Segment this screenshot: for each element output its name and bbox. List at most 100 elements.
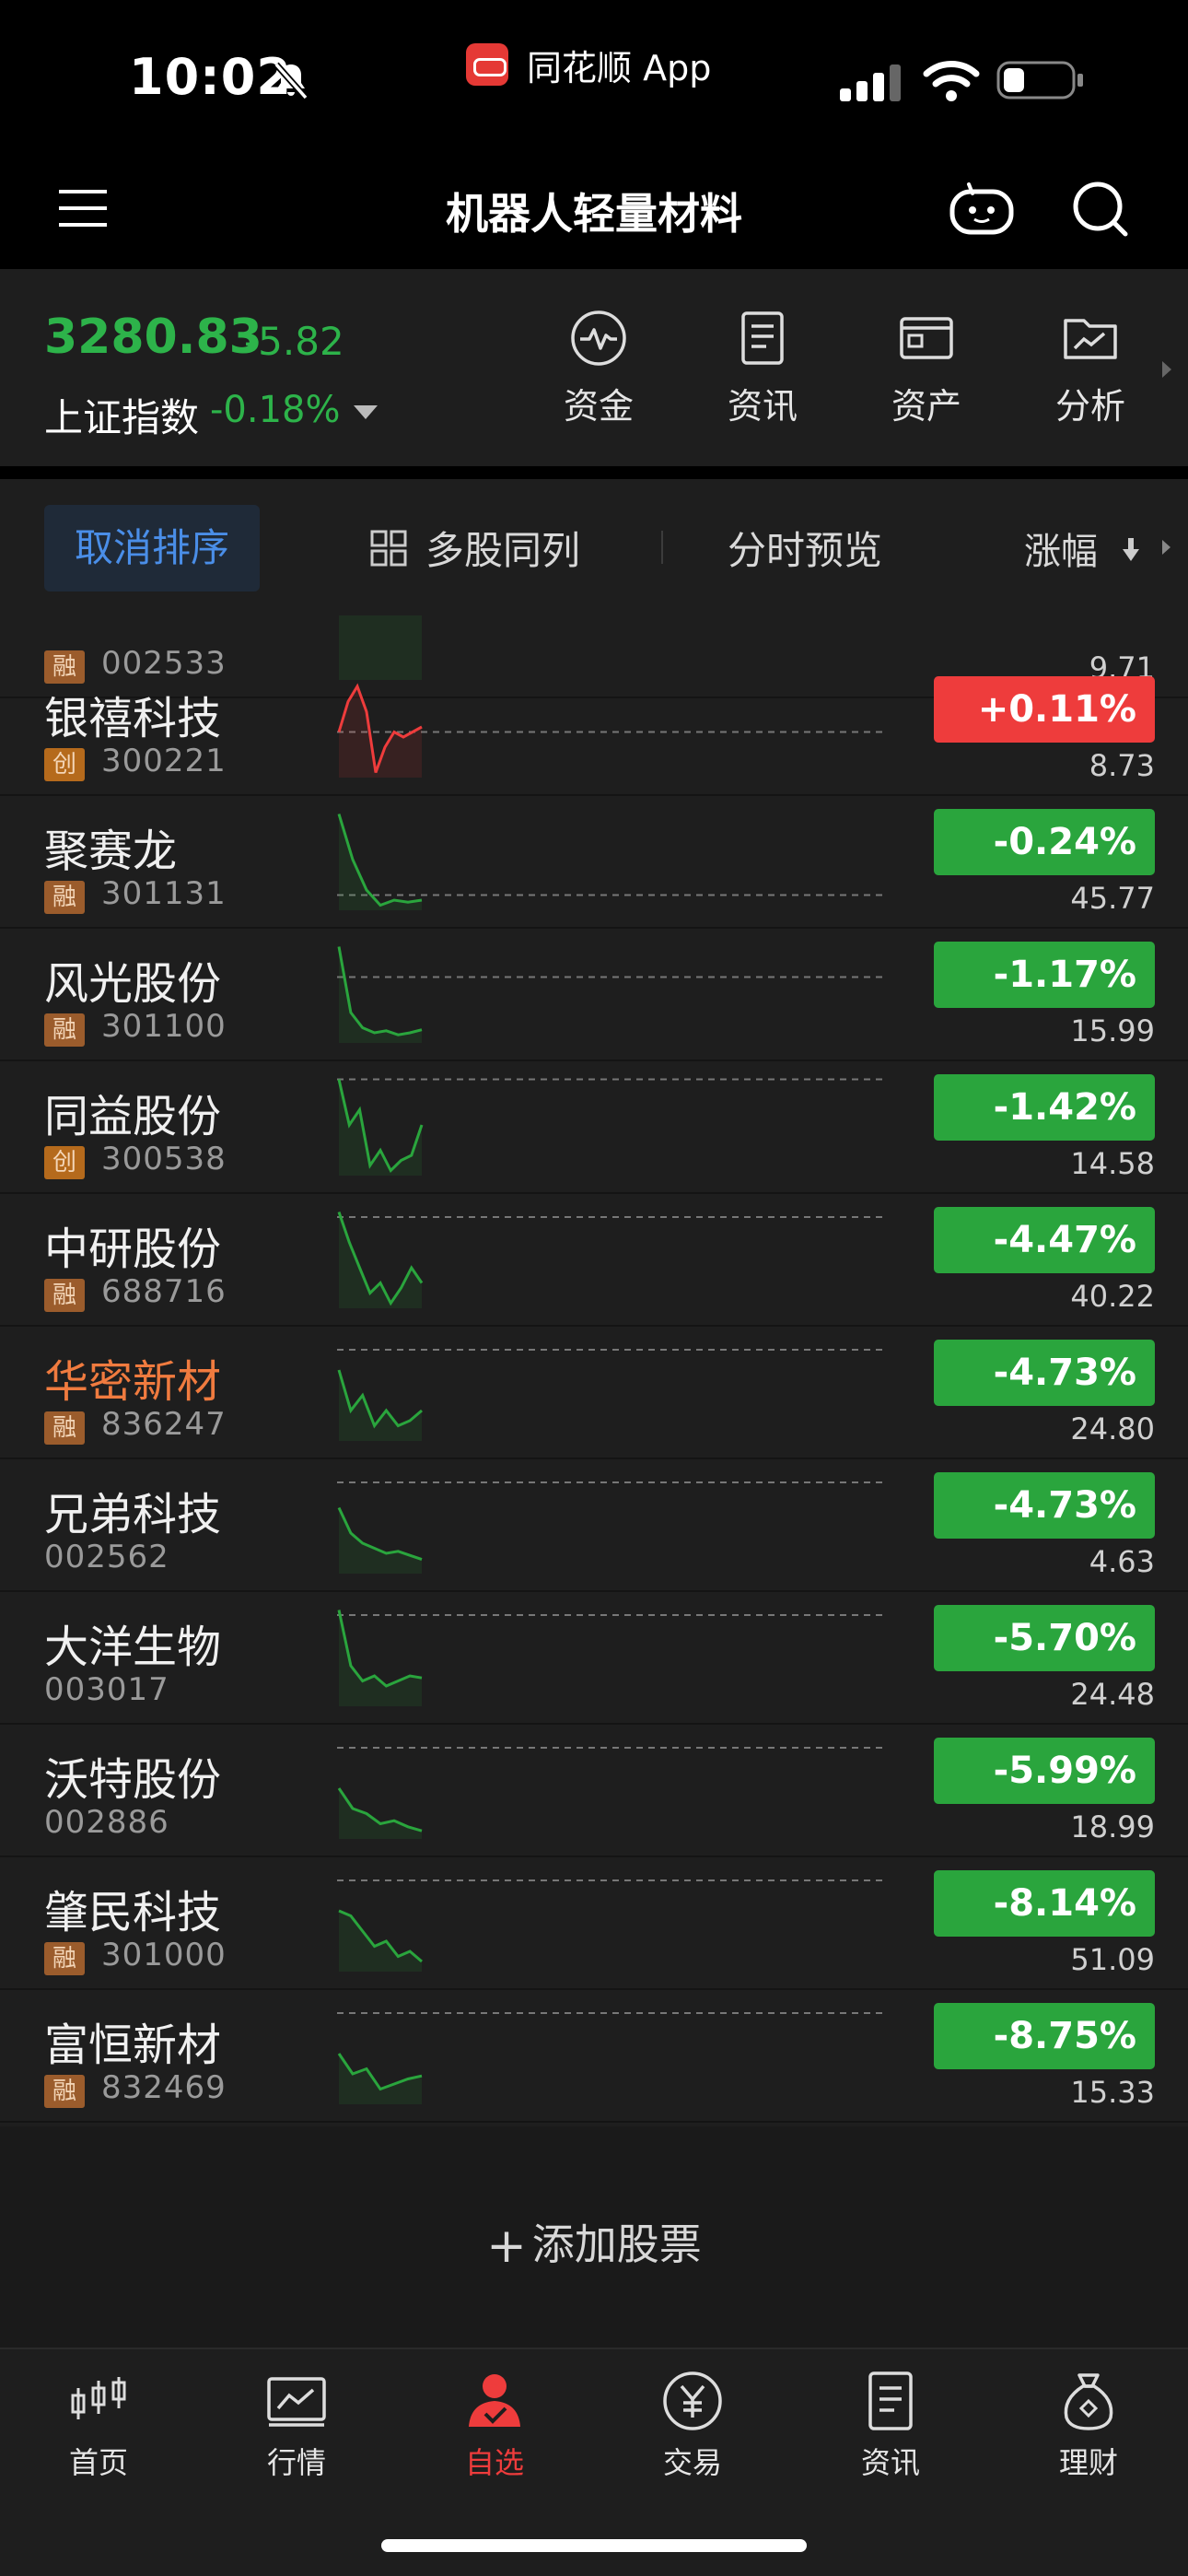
app-name: 同花顺 App <box>527 47 712 88</box>
stock-code: 832469 <box>101 2069 227 2106</box>
tool-funds[interactable]: 资金 <box>543 308 654 428</box>
battery-icon <box>996 61 1083 100</box>
stock-tag-badge: 融 <box>44 1013 85 1047</box>
tab-home[interactable]: 首页 <box>25 2368 172 2482</box>
stock-row[interactable]: 肇民科技融 301000 -8.14% 51.09 <box>0 1857 1188 1990</box>
tab-label: 资讯 <box>860 2445 920 2480</box>
sort-by-change-button[interactable]: 涨幅 <box>1024 521 1098 575</box>
yen-icon <box>663 2371 722 2430</box>
tab-label: 交易 <box>662 2445 722 2480</box>
tab-wealth[interactable]: 理财 <box>1015 2368 1162 2482</box>
tool-analysis[interactable]: 分析 <box>1035 308 1146 428</box>
stock-price: 24.48 <box>1070 1677 1155 1712</box>
stock-row[interactable]: 富恒新材融 832469 -8.75% 15.33 <box>0 1990 1188 2123</box>
intraday-sparkline <box>337 946 886 1043</box>
stock-code: 688716 <box>101 1273 227 1310</box>
stock-row[interactable]: 沃特股份 002886 -5.99% 18.99 <box>0 1725 1188 1857</box>
stock-price: 40.22 <box>1070 1279 1155 1314</box>
intraday-sparkline <box>337 814 886 910</box>
index-dropdown-icon[interactable] <box>354 405 378 419</box>
stock-name: 大洋生物 <box>44 1622 222 1673</box>
stock-row[interactable]: 聚赛龙融 301131 -0.24% 45.77 <box>0 796 1188 929</box>
tool-news[interactable]: 资讯 <box>707 308 818 428</box>
stock-row[interactable]: 大洋生物 003017 -5.70% 24.48 <box>0 1592 1188 1725</box>
tab-label: 理财 <box>1058 2445 1118 2480</box>
add-stock-area: + 添加股票 <box>0 2126 1188 2348</box>
nav-bar: 机器人轻量材料 <box>0 138 1188 267</box>
stock-price: 4.63 <box>1089 1544 1155 1579</box>
multi-column-button[interactable]: 多股同列 <box>370 520 580 576</box>
tool-label: 资产 <box>891 386 961 427</box>
stock-tag-badge: 融 <box>44 2075 85 2108</box>
tool-label: 分析 <box>1054 386 1125 427</box>
stock-name: 肇民科技 <box>44 1887 222 1938</box>
sort-down-icon <box>1123 538 1139 561</box>
tab-label: 自选 <box>464 2445 524 2480</box>
stock-change-badge: -1.17% <box>934 942 1155 1008</box>
stock-code: 300221 <box>101 743 227 779</box>
tab-news[interactable]: 资讯 <box>817 2368 964 2482</box>
stock-code: 002562 <box>44 1539 169 1575</box>
sort-bar: 取消排序 多股同列 分时预览 涨幅 <box>0 479 1188 615</box>
tab-watchlist[interactable]: 自选 <box>421 2368 568 2482</box>
stock-row[interactable]: 兄弟科技 002562 -4.73% 4.63 <box>0 1459 1188 1592</box>
add-stock-button[interactable]: + 添加股票 <box>0 2211 1188 2274</box>
candlestick-icon <box>71 2377 126 2419</box>
tool-label: 资金 <box>563 386 634 427</box>
stock-list: 融 002533 9.71 银禧科技创 300221 +0.11% 8.73 聚赛龙融 30… <box>0 615 1188 2126</box>
stock-row[interactable]: 银禧科技创 300221 +0.11% 8.73 <box>0 663 1188 796</box>
stock-change-badge: -5.99% <box>934 1738 1155 1804</box>
app-indicator[interactable]: 同花顺 App <box>466 41 711 88</box>
stock-change-badge: -4.73% <box>934 1340 1155 1406</box>
bell-muted-icon <box>274 62 309 100</box>
tool-label: 资讯 <box>727 386 798 427</box>
stock-price: 15.99 <box>1070 1013 1155 1048</box>
stock-tag-badge: 创 <box>44 1146 85 1179</box>
stock-row[interactable]: 华密新材融 836247 -4.73% 24.80 <box>0 1327 1188 1459</box>
cancel-sort-button[interactable]: 取消排序 <box>44 505 260 591</box>
add-stock-label: 添加股票 <box>531 2219 702 2269</box>
stock-name: 华密新材 <box>44 1356 222 1408</box>
stock-price: 8.73 <box>1089 748 1155 783</box>
intraday-sparkline <box>337 1747 886 1839</box>
intraday-sparkline <box>337 1879 886 1972</box>
intraday-sparkline <box>337 1349 886 1441</box>
stock-row[interactable]: 同益股份创 300538 -1.42% 14.58 <box>0 1061 1188 1194</box>
stock-change-badge: -8.75% <box>934 2003 1155 2069</box>
intraday-preview-button[interactable]: 分时预览 <box>728 520 882 576</box>
index-name: 上证指数 <box>44 395 200 440</box>
stock-tag-badge: 融 <box>44 1279 85 1312</box>
search-icon[interactable] <box>1070 179 1129 238</box>
index-panel[interactable]: 3280.83 -5.82 上证指数 -0.18% 资金 资讯 资产 分析 <box>0 269 1188 466</box>
stock-name: 银禧科技 <box>44 693 222 744</box>
index-value: 3280.83 <box>44 310 262 365</box>
stock-row[interactable]: 风光股份融 301100 -1.17% 15.99 <box>0 929 1188 1061</box>
tools-more-icon[interactable] <box>1162 361 1171 378</box>
stock-change-badge: -4.47% <box>934 1207 1155 1273</box>
tool-assets[interactable]: 资产 <box>871 308 982 428</box>
tab-trade[interactable]: 交易 <box>619 2368 766 2482</box>
index-change: -5.82 <box>244 319 344 364</box>
signal-icon <box>840 64 901 101</box>
stock-change-badge: +0.11% <box>934 676 1155 743</box>
tab-market[interactable]: 行情 <box>223 2368 370 2482</box>
plus-icon: + <box>486 2219 527 2274</box>
stock-change-badge: -8.14% <box>934 1870 1155 1937</box>
tab-label: 首页 <box>68 2445 128 2480</box>
stock-price: 51.09 <box>1070 1942 1155 1977</box>
separator <box>661 531 663 564</box>
intraday-sparkline <box>337 683 886 778</box>
wallet-icon <box>900 317 953 359</box>
stock-price: 15.33 <box>1070 2075 1155 2110</box>
trend-chart-icon <box>267 2377 326 2427</box>
sort-more-icon[interactable] <box>1162 540 1171 555</box>
stock-code: 301131 <box>101 875 227 912</box>
robot-icon[interactable] <box>949 181 1015 236</box>
stock-row[interactable]: 中研股份融 688716 -4.47% 40.22 <box>0 1194 1188 1327</box>
stock-name: 风光股份 <box>44 958 222 1010</box>
grid-icon <box>370 530 407 566</box>
index-pct: -0.18% <box>210 389 341 431</box>
home-indicator[interactable] <box>381 2539 807 2552</box>
stock-change-badge: -5.70% <box>934 1605 1155 1671</box>
intraday-sparkline <box>337 1610 886 1706</box>
